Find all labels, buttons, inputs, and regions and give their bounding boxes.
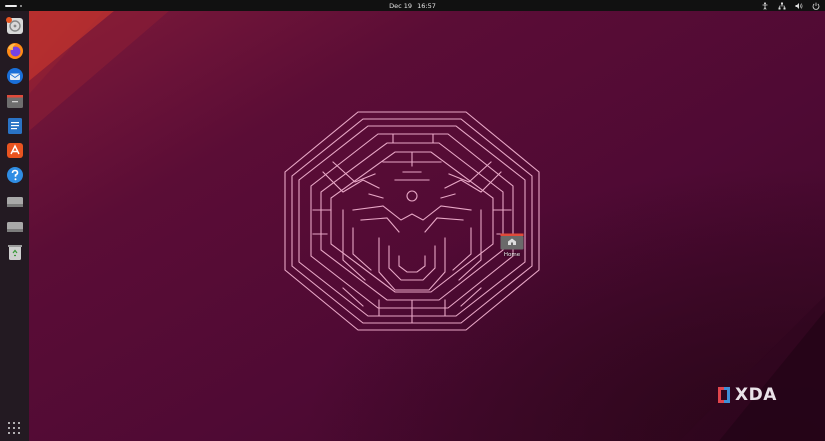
trash-icon[interactable] xyxy=(3,240,26,263)
xda-logo-icon xyxy=(718,387,730,403)
thunderbird-icon[interactable] xyxy=(3,64,26,87)
watermark-text: XDA xyxy=(735,385,777,405)
top-bar: Dec 19 16:57 xyxy=(0,0,825,11)
power-icon[interactable] xyxy=(812,2,820,10)
network-icon[interactable] xyxy=(778,2,786,10)
home-folder-label: Home xyxy=(503,252,521,258)
drive-icon[interactable] xyxy=(3,215,26,238)
maze-mascot-illustration xyxy=(284,111,540,331)
show-apps-icon[interactable] xyxy=(8,422,20,434)
system-tray[interactable] xyxy=(761,1,820,10)
libreoffice-writer-icon[interactable] xyxy=(3,114,26,137)
dock xyxy=(0,11,29,441)
accessibility-icon[interactable] xyxy=(761,1,769,10)
clock[interactable]: Dec 19 16:57 xyxy=(0,2,825,10)
installer-icon[interactable] xyxy=(3,14,26,37)
firefox-icon[interactable] xyxy=(3,39,26,62)
help-icon[interactable] xyxy=(3,163,26,186)
app-center-icon[interactable] xyxy=(3,138,26,161)
desktop-background[interactable]: Home XDA xyxy=(29,11,825,441)
volume-icon[interactable] xyxy=(795,2,803,10)
home-folder-icon xyxy=(500,233,524,250)
files-icon[interactable] xyxy=(3,89,26,112)
drive-icon[interactable] xyxy=(3,190,26,213)
clock-date: Dec 19 xyxy=(389,1,413,10)
clock-time: 16:57 xyxy=(417,1,436,10)
xda-watermark: XDA xyxy=(716,383,796,407)
home-folder-desktop-icon[interactable]: Home xyxy=(499,233,525,267)
